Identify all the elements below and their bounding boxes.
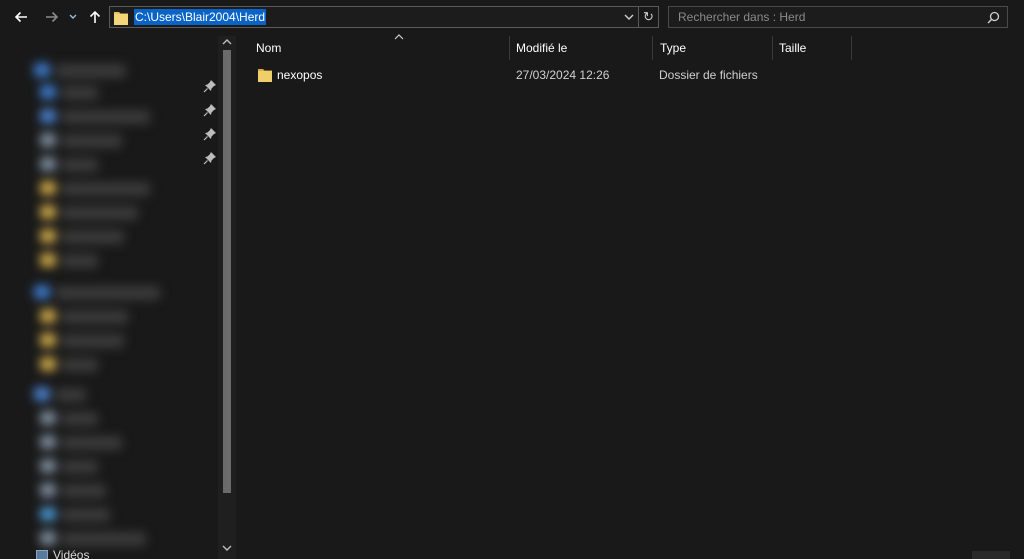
file-row[interactable]: nexopos 27/03/2024 12:26 Dossier de fich… bbox=[250, 64, 824, 86]
nav-label bbox=[62, 230, 124, 244]
file-modified-date: 27/03/2024 12:26 bbox=[516, 68, 610, 82]
nav-label bbox=[62, 334, 124, 348]
file-name[interactable]: nexopos bbox=[277, 68, 322, 82]
nav-label bbox=[56, 388, 86, 402]
file-list-pane: Nom Modifié le Type Taille nexopos 27/03… bbox=[236, 34, 1024, 559]
nav-icon bbox=[40, 181, 56, 195]
horizontal-scroll-indicator[interactable] bbox=[972, 551, 1010, 559]
nav-label bbox=[62, 110, 150, 124]
nav-label bbox=[62, 532, 146, 546]
refresh-icon: ↻ bbox=[643, 9, 654, 24]
nav-label bbox=[62, 358, 98, 372]
nav-icon bbox=[40, 309, 56, 323]
column-header-label: Modifié le bbox=[516, 41, 568, 55]
folder-icon bbox=[114, 12, 128, 25]
video-folder-icon bbox=[36, 550, 48, 559]
scrollbar-thumb[interactable] bbox=[223, 50, 231, 493]
navigation-scrollbar[interactable] bbox=[218, 36, 236, 559]
navigation-toolbar: C:\Users\Blair2004\Herd ↻ Rechercher dan… bbox=[0, 0, 1024, 36]
column-divider[interactable] bbox=[772, 36, 773, 60]
sidebar-item-label: Vidéos bbox=[53, 548, 90, 559]
column-header-label: Nom bbox=[256, 41, 282, 55]
nav-icon bbox=[40, 205, 56, 219]
chevron-down-icon bbox=[69, 14, 77, 19]
nav-icon bbox=[40, 459, 56, 473]
nav-icon bbox=[40, 133, 56, 147]
nav-label bbox=[62, 254, 98, 268]
blurred-navigation-items bbox=[0, 36, 220, 559]
nav-icon bbox=[40, 157, 56, 171]
nav-label bbox=[62, 182, 150, 196]
nav-label bbox=[62, 206, 138, 220]
nav-label bbox=[56, 286, 160, 300]
sort-ascending-icon bbox=[394, 34, 404, 40]
nav-icon bbox=[34, 285, 50, 299]
nav-label bbox=[62, 412, 98, 426]
nav-label bbox=[62, 310, 128, 324]
nav-icon bbox=[34, 387, 50, 401]
column-divider[interactable] bbox=[509, 36, 510, 60]
sidebar-item-videos[interactable]: Vidéos bbox=[36, 548, 89, 559]
arrow-up-icon bbox=[89, 10, 101, 23]
nav-icon bbox=[40, 357, 56, 371]
recent-locations-button[interactable] bbox=[65, 6, 81, 28]
nav-label bbox=[62, 484, 106, 498]
nav-icon bbox=[40, 435, 56, 449]
nav-label bbox=[56, 64, 126, 78]
pin-icon bbox=[203, 104, 216, 117]
column-header-label: Taille bbox=[779, 41, 807, 55]
pin-icon bbox=[203, 80, 216, 93]
column-header-label: Type bbox=[660, 41, 687, 55]
nav-label bbox=[62, 134, 122, 148]
nav-icon bbox=[34, 63, 50, 77]
search-icon[interactable] bbox=[987, 11, 1000, 24]
nav-icon bbox=[40, 531, 56, 545]
nav-icon bbox=[40, 333, 56, 347]
nav-label bbox=[62, 508, 110, 522]
column-header-modified[interactable]: Modifié le bbox=[516, 36, 652, 60]
address-path[interactable]: C:\Users\Blair2004\Herd bbox=[134, 9, 267, 25]
refresh-button[interactable]: ↻ bbox=[639, 6, 659, 28]
nav-icon bbox=[40, 85, 56, 99]
search-input[interactable]: Rechercher dans : Herd bbox=[678, 10, 805, 24]
pin-icon bbox=[203, 128, 216, 141]
search-box[interactable]: Rechercher dans : Herd bbox=[668, 6, 1008, 28]
forward-button[interactable] bbox=[42, 6, 62, 28]
arrow-right-icon bbox=[46, 11, 59, 23]
column-header-type[interactable]: Type bbox=[660, 36, 772, 60]
nav-label bbox=[62, 86, 98, 100]
nav-icon bbox=[40, 229, 56, 243]
pin-icon bbox=[203, 152, 216, 165]
nav-icon bbox=[40, 483, 56, 497]
file-type: Dossier de fichiers bbox=[659, 68, 758, 82]
folder-icon bbox=[258, 69, 272, 82]
chevron-up-icon[interactable] bbox=[222, 38, 232, 46]
column-header-name[interactable]: Nom bbox=[256, 34, 510, 60]
arrow-left-icon bbox=[14, 11, 27, 23]
back-button[interactable] bbox=[11, 6, 31, 28]
navigation-pane: Vidéos bbox=[0, 36, 236, 559]
nav-icon bbox=[40, 109, 56, 123]
column-header-size[interactable]: Taille bbox=[779, 36, 851, 60]
column-divider[interactable] bbox=[652, 36, 653, 60]
address-bar[interactable]: C:\Users\Blair2004\Herd bbox=[109, 6, 639, 28]
nav-label bbox=[62, 436, 122, 450]
nav-icon bbox=[40, 411, 56, 425]
chevron-down-icon[interactable] bbox=[222, 544, 232, 552]
nav-icon bbox=[40, 253, 56, 267]
nav-label bbox=[62, 460, 98, 474]
nav-label bbox=[62, 158, 98, 172]
column-divider[interactable] bbox=[851, 36, 852, 60]
chevron-down-icon[interactable] bbox=[623, 11, 635, 23]
up-button[interactable] bbox=[85, 6, 105, 28]
nav-icon bbox=[40, 507, 56, 521]
